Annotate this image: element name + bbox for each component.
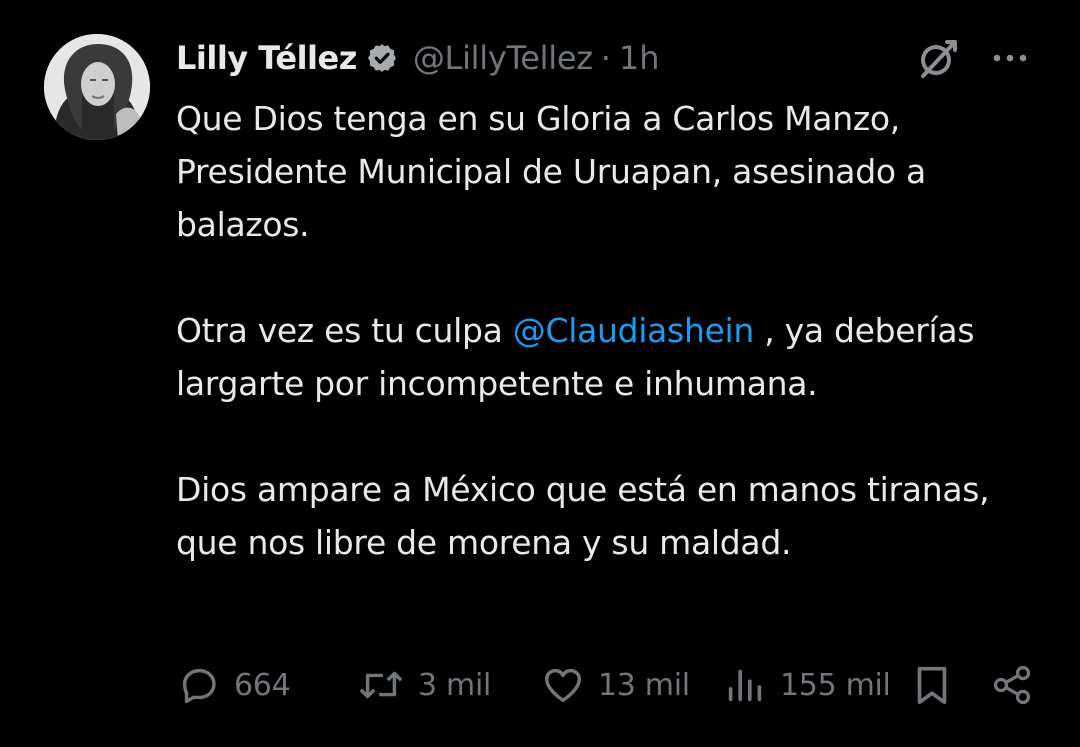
reply-icon — [176, 662, 222, 708]
repost-count: 3 mil — [418, 667, 492, 703]
timestamp[interactable]: 1h — [619, 39, 660, 77]
repost-icon — [356, 662, 406, 708]
like-count: 13 mil — [598, 667, 690, 703]
paragraph-text: Que Dios tenga en su Gloria a Carlos Man… — [176, 99, 926, 244]
share-button[interactable] — [990, 660, 1034, 710]
tweet-paragraph: Dios ampare a México que está en manos t… — [176, 463, 1036, 569]
repost-button[interactable]: 3 mil — [356, 660, 491, 710]
reply-button[interactable]: 664 — [176, 660, 291, 710]
mention-link[interactable]: @Claudiashein — [513, 311, 755, 350]
separator-dot: · — [600, 39, 611, 77]
paragraph-text: Dios ampare a México que está en manos t… — [176, 470, 990, 562]
reply-count: 664 — [234, 667, 291, 703]
like-button[interactable]: 13 mil — [540, 660, 690, 710]
handle[interactable]: @LillyTellez — [413, 39, 593, 77]
verified-badge-icon[interactable] — [365, 41, 399, 75]
views-count: 155 mil — [780, 667, 891, 703]
tweet-paragraph: Otra vez es tu culpa @Claudiashein , ya … — [176, 304, 1036, 410]
bookmark-icon — [912, 662, 952, 708]
tweet-header: Lilly Téllez @LillyTellez · 1h — [176, 36, 660, 80]
action-bar: 664 3 mil 13 mil 155 mil — [176, 660, 1036, 710]
more-icon[interactable] — [988, 40, 1032, 76]
grok-icon[interactable] — [914, 36, 960, 82]
views-icon — [722, 662, 768, 708]
paragraph-text: Otra vez es tu culpa — [176, 311, 513, 350]
bookmark-button[interactable] — [912, 660, 952, 710]
share-icon — [990, 662, 1034, 708]
tweet-paragraph: Que Dios tenga en su Gloria a Carlos Man… — [176, 92, 1036, 251]
tweet-text: Que Dios tenga en su Gloria a Carlos Man… — [176, 92, 1036, 569]
avatar[interactable] — [44, 34, 150, 140]
tweet-card[interactable]: Lilly Téllez @LillyTellez · 1h Que Dios … — [0, 0, 1080, 747]
views-button[interactable]: 155 mil — [722, 660, 891, 710]
display-name[interactable]: Lilly Téllez — [176, 39, 357, 77]
heart-icon — [540, 662, 586, 708]
